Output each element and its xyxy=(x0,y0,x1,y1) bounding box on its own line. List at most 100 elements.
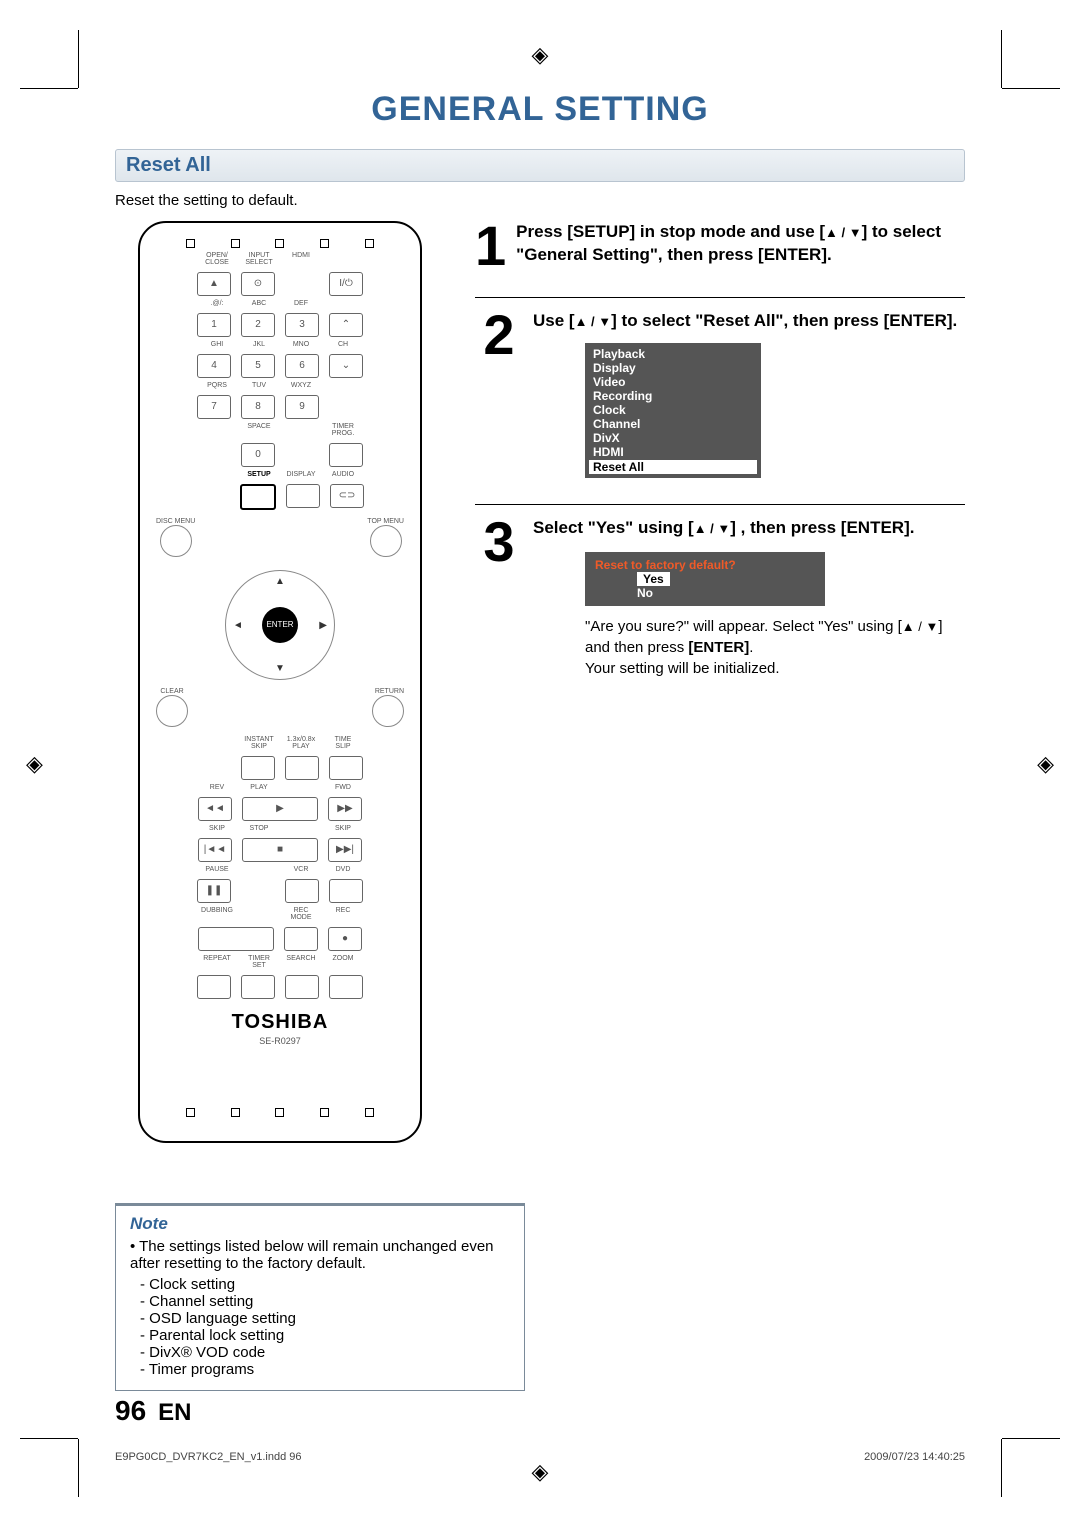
menu-item: Clock xyxy=(593,403,753,417)
crop-mark xyxy=(1001,30,1002,88)
play-button: ▶ xyxy=(242,797,318,821)
menu-item: DivX xyxy=(593,431,753,445)
confirm-dialog: Reset to factory default? Yes No xyxy=(585,552,825,606)
menu-item: Reset All xyxy=(589,460,757,474)
arrow-down-icon: ▼ xyxy=(275,663,285,674)
dvd-button xyxy=(329,879,363,903)
note-item: - Channel setting xyxy=(140,1293,510,1310)
menu-item: Channel xyxy=(593,417,753,431)
crop-mark xyxy=(1002,1438,1060,1439)
note-lead: • The settings listed below will remain … xyxy=(130,1238,510,1272)
arrow-up-down-icon: ▲ / ▼ xyxy=(825,224,862,242)
dialog-option-yes: Yes xyxy=(637,572,670,586)
dialog-option-no: No xyxy=(637,586,815,600)
note-item: - DivX® VOD code xyxy=(140,1344,510,1361)
ch-down-button: ⌄ xyxy=(329,354,363,378)
enter-button: ENTER xyxy=(262,607,298,643)
section-header: Reset All xyxy=(115,149,965,182)
arrow-right-icon: ▶ xyxy=(319,620,327,631)
menu-item: Playback xyxy=(593,347,753,361)
power-button: I/⏻ xyxy=(329,272,363,296)
key-9: 9 xyxy=(285,395,319,419)
crop-mark xyxy=(20,1438,78,1439)
skip-back-button: |◄◄ xyxy=(198,838,232,862)
onscreen-menu: PlaybackDisplayVideoRecordingClockChanne… xyxy=(585,343,761,478)
key-4: 4 xyxy=(197,354,231,378)
note-item: - Clock setting xyxy=(140,1276,510,1293)
repeat-button xyxy=(197,975,231,999)
footer-timestamp: 2009/07/23 14:40:25 xyxy=(864,1451,965,1463)
registration-mark-icon: ◈ xyxy=(26,751,356,777)
remote-top-dots xyxy=(150,239,410,248)
clear-button xyxy=(156,695,188,727)
step-2: 2 Use [▲ / ▼] to select "Reset All", the… xyxy=(475,297,965,478)
dubbing-button xyxy=(198,927,274,951)
menu-item: Recording xyxy=(593,389,753,403)
direction-pad: ENTER ▲ ▼ ◄ ▶ xyxy=(225,570,335,680)
arrow-up-down-icon: ▲ / ▼ xyxy=(694,520,731,538)
note-item: - Parental lock setting xyxy=(140,1327,510,1344)
skip-fwd-button: ▶▶| xyxy=(328,838,362,862)
note-item: - OSD language setting xyxy=(140,1310,510,1327)
crop-mark xyxy=(20,88,78,89)
section-title: Reset All xyxy=(126,154,211,176)
key-3: 3 xyxy=(285,313,319,337)
display-button xyxy=(286,484,320,508)
menu-item: Video xyxy=(593,375,753,389)
arrow-up-down-icon: ▲ / ▼ xyxy=(902,618,939,636)
footer: E9PG0CD_DVR7KC2_EN_v1.indd 96 2009/07/23… xyxy=(115,1451,965,1463)
stop-button: ■ xyxy=(242,838,318,862)
key-1: 1 xyxy=(197,313,231,337)
input-select-button: ⊙ xyxy=(241,272,275,296)
open-close-button: ▲ xyxy=(197,272,231,296)
step-number: 3 xyxy=(475,517,523,567)
registration-mark-icon: ◈ xyxy=(532,42,549,68)
key-6: 6 xyxy=(285,354,319,378)
page-number: 96EN xyxy=(115,1395,192,1427)
setup-button xyxy=(240,484,276,510)
timer-set-button xyxy=(241,975,275,999)
menu-item: Display xyxy=(593,361,753,375)
vcr-button xyxy=(285,879,319,903)
registration-mark-icon: ◈ xyxy=(1037,751,1054,777)
timer-prog-button xyxy=(329,443,363,467)
right-column: 1 Press [SETUP] in stop mode and use [▲ … xyxy=(475,221,965,1143)
key-8: 8 xyxy=(241,395,275,419)
step-3: 3 Select "Yes" using [▲ / ▼] , then pres… xyxy=(475,504,965,679)
two-column-layout: OPEN/ CLOSEINPUT SELECTHDMI ▲⊙I/⏻ .@/:AB… xyxy=(115,221,965,1143)
step-text: Use [▲ / ▼] to select "Reset All", then … xyxy=(533,310,965,333)
step-1: 1 Press [SETUP] in stop mode and use [▲ … xyxy=(475,221,965,271)
rec-mode-button xyxy=(284,927,318,951)
crop-mark xyxy=(1001,1439,1002,1497)
key-7: 7 xyxy=(197,395,231,419)
arrow-up-down-icon: ▲ / ▼ xyxy=(575,313,612,331)
crop-mark xyxy=(78,30,79,88)
left-column: OPEN/ CLOSEINPUT SELECTHDMI ▲⊙I/⏻ .@/:AB… xyxy=(115,221,445,1143)
key-2: 2 xyxy=(241,313,275,337)
search-button xyxy=(285,975,319,999)
arrow-left-icon: ◄ xyxy=(233,620,243,631)
menu-item: HDMI xyxy=(593,445,753,459)
note-title: Note xyxy=(130,1214,510,1234)
key-0: 0 xyxy=(241,443,275,467)
intro-text: Reset the setting to default. xyxy=(115,192,965,209)
note-item: - Timer programs xyxy=(140,1361,510,1378)
step-text: Press [SETUP] in stop mode and use [▲ / … xyxy=(516,221,965,267)
ch-up-button: ⌃ xyxy=(329,313,363,337)
remote-control-diagram: OPEN/ CLOSEINPUT SELECTHDMI ▲⊙I/⏻ .@/:AB… xyxy=(138,221,422,1143)
step-number: 2 xyxy=(475,310,523,360)
step-number: 1 xyxy=(475,221,506,271)
arrow-up-icon: ▲ xyxy=(275,576,285,587)
key-5: 5 xyxy=(241,354,275,378)
rev-button: ◄◄ xyxy=(198,797,232,821)
brand-logo: TOSHIBA xyxy=(150,1011,410,1034)
fwd-button: ▶▶ xyxy=(328,797,362,821)
audio-button: ⊂⊃ xyxy=(330,484,364,508)
model-number: SE-R0297 xyxy=(150,1036,410,1046)
crop-mark xyxy=(78,1439,79,1497)
disc-menu-button xyxy=(160,525,192,557)
footer-file: E9PG0CD_DVR7KC2_EN_v1.indd 96 xyxy=(115,1451,302,1463)
remote-bottom-dots xyxy=(150,1108,410,1117)
pause-button: ❚❚ xyxy=(197,879,231,903)
return-button xyxy=(372,695,404,727)
